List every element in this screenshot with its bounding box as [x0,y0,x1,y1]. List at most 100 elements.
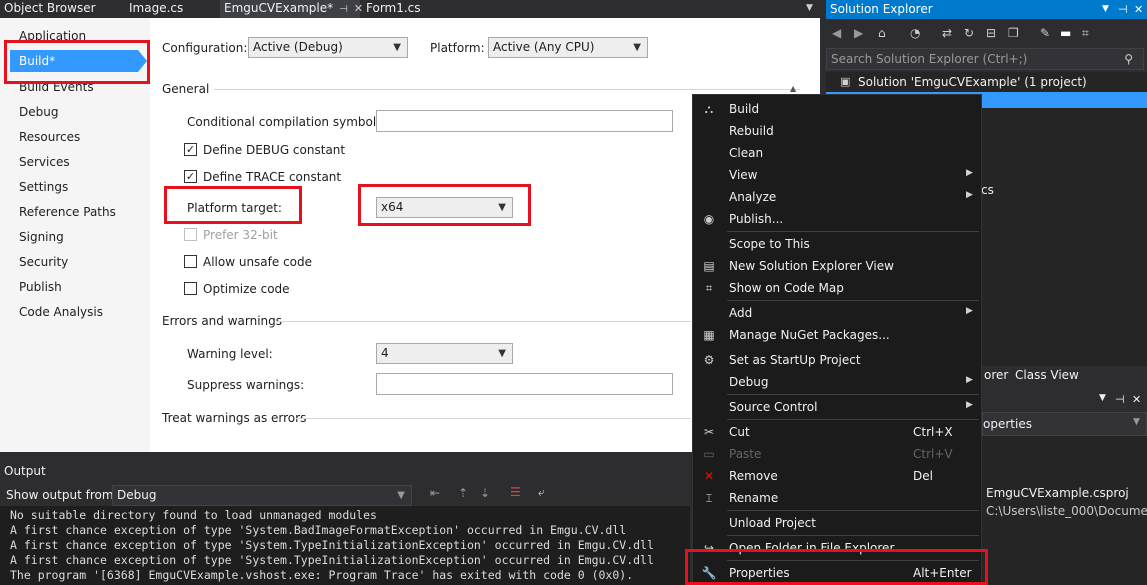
tab-image-cs[interactable]: Image.cs [125,0,215,18]
menu-item-cut[interactable]: ✂ Cut Ctrl+X [693,421,981,443]
nav-item-code-analysis[interactable]: Code Analysis [19,305,103,319]
menu-item-label: Clean [729,146,764,160]
find-message-icon[interactable]: ⇤ [430,486,440,500]
menu-item-add[interactable]: Add ▶ [693,302,981,324]
menu-item-source-control[interactable]: Source Control ▶ [693,396,981,418]
section-treat-warnings: Treat warnings as errors [162,411,307,425]
tab-emgucvexample[interactable]: EmguCVExample* ⊣ ✕ [220,0,363,18]
scissors-icon: ✂ [703,425,715,439]
menu-separator [727,419,979,420]
highlight-box-build [4,40,150,84]
properties-object-select[interactable]: operties ▼ [982,412,1147,436]
configuration-select[interactable]: Active (Debug) ▼ [248,37,408,58]
menu-item-analyze[interactable]: Analyze ▶ [693,186,981,208]
menu-item-debug[interactable]: Debug ▶ [693,371,981,393]
output-source-select[interactable]: Debug ▼ [112,485,412,506]
suppress-warnings-input[interactable] [376,373,673,395]
menu-item-unload-project[interactable]: Unload Project [693,512,981,534]
menu-item-clean[interactable]: Clean [693,142,981,164]
nav-item-signing[interactable]: Signing [19,230,64,244]
menu-item-remove[interactable]: ✕ Remove Del [693,465,981,487]
scroll-up-icon[interactable]: ▲ [790,84,796,93]
menu-item-scope-to-this[interactable]: Scope to This [693,233,981,255]
solution-search-input[interactable]: Search Solution Explorer (Ctrl+;) ⚲ [826,48,1144,70]
pin-icon[interactable]: ⊣ [1118,0,1128,19]
preview-icon[interactable]: ▬ [1060,26,1071,40]
word-wrap-icon[interactable]: ⤶ [538,485,545,500]
menu-item-build[interactable]: ⛬ Build [693,98,981,120]
optimize-code-checkbox[interactable] [184,282,197,295]
build-icon: ⛬ [704,102,714,116]
prev-message-icon[interactable]: ⇡ [458,486,468,500]
highlight-box-platform-select [358,184,531,226]
menu-separator [727,231,979,232]
menu-item-new-solution-explorer-view[interactable]: ▤ New Solution Explorer View [693,255,981,277]
warning-level-select[interactable]: 4 ▼ [376,343,513,364]
clear-all-icon[interactable]: ☰ [510,485,521,499]
pin-icon[interactable]: ⊣ [1115,393,1125,406]
close-icon[interactable]: ✕ [1132,393,1141,406]
sync-icon[interactable]: ⇄ [942,26,952,40]
nav-item-debug[interactable]: Debug [19,105,58,119]
property-value[interactable]: EmguCVExample.csproj [986,486,1129,500]
platform-select[interactable]: Active (Any CPU) ▼ [488,37,648,58]
pin-icon[interactable]: ⊣ [339,4,348,15]
menu-item-view[interactable]: View ▶ [693,164,981,186]
prefer-32bit-label: Prefer 32-bit [203,228,278,242]
tab-label: Object Browser [4,1,96,15]
class-diagram-icon[interactable]: ⌗ [1082,26,1089,41]
solution-explorer-title-text: Solution Explorer [830,2,933,16]
nav-item-security[interactable]: Security [19,255,68,269]
menu-item-label: Publish... [729,212,784,226]
forward-icon[interactable]: ▶ [854,26,863,40]
wrench-icon[interactable]: ✎ [1040,26,1050,40]
show-all-files-icon[interactable]: ❐ [1008,26,1019,40]
nav-item-resources[interactable]: Resources [19,130,80,144]
back-icon[interactable]: ◀ [832,26,841,40]
next-message-icon[interactable]: ⇣ [480,486,490,500]
output-toolbar: Show output from: Debug ▼ ⇤ ⇡ ⇣ ☰ ⤶ [0,482,690,506]
output-line: A first chance exception of type 'System… [10,523,627,537]
define-trace-checkbox[interactable]: ✓ [184,170,197,183]
divider [276,321,691,322]
menu-item-rebuild[interactable]: Rebuild [693,120,981,142]
menu-item-rename[interactable]: ⌶ Rename [693,487,981,509]
tab-overflow-chevron-icon[interactable]: ▼ [806,0,813,17]
menu-item-label: View [729,168,758,182]
nav-item-publish[interactable]: Publish [19,280,62,294]
chevron-down-icon[interactable]: ▼ [1102,0,1109,19]
menu-item-set-startup[interactable]: ⚙ Set as StartUp Project [693,349,981,371]
home-icon[interactable]: ⌂ [878,26,886,40]
visual-studio-window: Object Browser Image.cs EmguCVExample* ⊣ ✕… [0,0,1147,585]
conditional-symbols-input[interactable] [376,110,673,132]
tab-class-view[interactable]: Class View [1015,368,1079,382]
menu-item-manage-nuget[interactable]: ▦ Manage NuGet Packages... [693,324,981,346]
menu-item-show-on-code-map[interactable]: ⌗ Show on Code Map [693,277,981,299]
tab-object-browser[interactable]: Object Browser [0,0,120,18]
project-context-menu: ⛬ Build Rebuild Clean View ▶ Analyze ▶ ◉ Pub… [692,94,982,585]
refresh-icon[interactable]: ↻ [964,26,974,40]
menu-item-paste[interactable]: ▭ Paste Ctrl+V [693,443,981,465]
search-icon[interactable]: ⚲ [1124,49,1133,69]
pending-changes-icon[interactable]: ◔ [910,26,920,40]
menu-item-publish[interactable]: ◉ Publish... [693,208,981,230]
menu-separator [727,535,979,536]
tab-form1-cs[interactable]: Form1.cs [362,0,442,18]
output-text-area[interactable]: No suitable directory found to load unma… [0,506,690,585]
show-output-label: Show output from: [6,488,118,502]
close-icon[interactable]: ✕ [1134,0,1143,19]
nav-item-services[interactable]: Services [19,155,70,169]
solution-node[interactable]: Solution 'EmguCVExample' (1 project) [858,75,1087,89]
allow-unsafe-checkbox[interactable] [184,255,197,268]
nav-item-reference-paths[interactable]: Reference Paths [19,205,116,219]
remove-x-icon: ✕ [703,469,715,483]
define-debug-checkbox[interactable]: ✓ [184,143,197,156]
property-value[interactable]: C:\Users\liste_000\Documents [986,504,1147,518]
chevron-down-icon[interactable]: ▼ [1099,393,1106,403]
nav-item-settings[interactable]: Settings [19,180,68,194]
properties-grid: EmguCVExample.csproj C:\Users\liste_000\… [982,436,1147,585]
prefer-32bit-checkbox[interactable] [184,228,197,241]
output-line: No suitable directory found to load unma… [10,508,377,522]
tab-solution-explorer[interactable]: orer [984,368,1008,382]
collapse-all-icon[interactable]: ⊟ [986,26,996,40]
